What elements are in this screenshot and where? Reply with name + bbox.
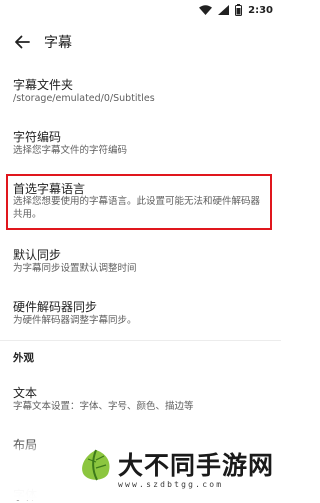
watermark-logo (82, 449, 110, 481)
pref-summary: 为硬件解码器调整字幕同步。 (13, 315, 137, 326)
signal-icon (218, 5, 230, 15)
status-bar: 2:30 (0, 0, 281, 20)
page-title: 字幕 (44, 35, 72, 51)
status-time: 2:30 (248, 4, 273, 16)
pref-summary: /storage/emulated/0/Subtitles (13, 93, 155, 104)
pref-character-encoding[interactable]: 字符编码 选择您字幕文件的字符编码 (0, 118, 281, 172)
pref-preferred-subtitle-language[interactable]: 首选字幕语言 选择您想要使用的字幕语言。此设置可能无法和硬件解码器共用。 (0, 174, 281, 230)
pref-summary: 选择您想要使用的字幕语言。此设置可能无法和硬件解码器共用。 (13, 196, 261, 220)
app-bar: 字幕 (0, 20, 281, 64)
battery-icon (235, 4, 243, 16)
pref-summary: 选择您字幕文件的字符编码 (13, 145, 128, 156)
status-icons: 2:30 (199, 3, 273, 17)
pref-summary: 字幕文本设置：字体、字号、颜色、描边等 (13, 401, 194, 412)
wifi-icon (199, 5, 213, 15)
pref-default-sync[interactable]: 默认同步 为字幕同步设置默认调整时间 (0, 238, 281, 284)
pref-hardware-decoder-sync[interactable]: 硬件解码器同步 为硬件解码器调整字幕同步。 (0, 288, 281, 338)
pref-subtitle-folder[interactable]: 字幕文件夹 /storage/emulated/0/Subtitles (0, 64, 281, 118)
watermark-url: www.szdbtgg.com (118, 480, 224, 489)
section-divider (0, 340, 281, 341)
pref-title: 默认同步 (13, 248, 62, 262)
arrow-left-icon (15, 35, 30, 49)
watermark-name: 大不同手游网 (118, 451, 275, 480)
pref-title: 文本 (13, 386, 38, 400)
pref-title: 字幕文件夹 (13, 78, 74, 92)
pref-title: 硬件解码器同步 (13, 300, 98, 314)
back-button[interactable] (10, 30, 34, 54)
pref-title: 字符编码 (13, 130, 62, 144)
pref-text[interactable]: 文本 字幕文本设置：字体、字号、颜色、描边等 (0, 376, 281, 424)
pref-summary: 为字幕同步设置默认调整时间 (13, 263, 137, 274)
category-appearance: 外观 (13, 352, 34, 364)
